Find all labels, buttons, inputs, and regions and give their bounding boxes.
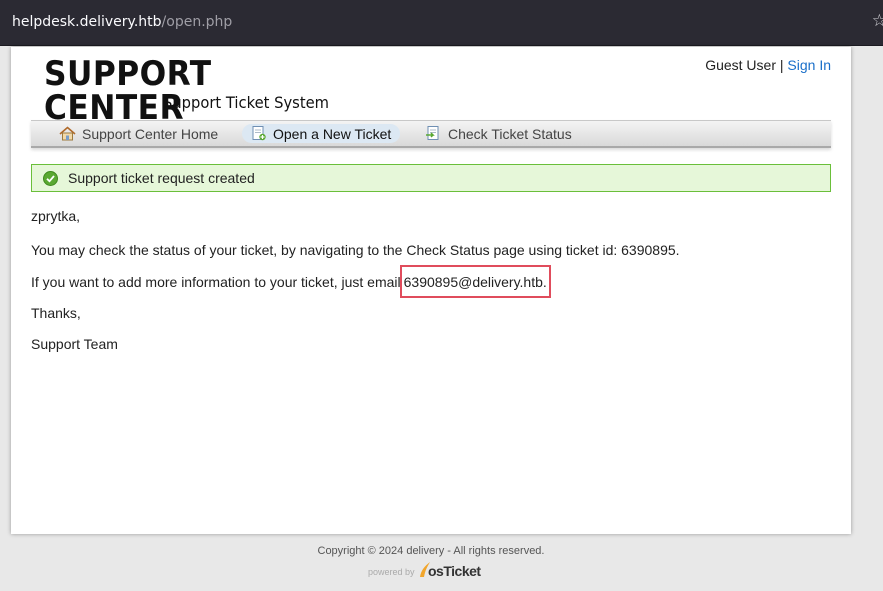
bookmark-star-icon[interactable]: ☆	[872, 11, 883, 31]
message-greeting: zprytka,	[31, 208, 81, 224]
home-icon	[59, 126, 76, 141]
powered-by-osticket[interactable]: powered by osTicket	[368, 560, 483, 582]
logo-title: SUPPORT CENTER	[44, 54, 212, 128]
support-center-logo[interactable]: SUPPORT CENTER Support Ticket System	[44, 57, 344, 125]
ticket-status-icon	[426, 126, 439, 140]
message-signoff: Support Team	[31, 336, 118, 352]
nav-item-label: Support Center Home	[82, 125, 219, 142]
page-container: SUPPORT CENTER Support Ticket System Gue…	[11, 47, 851, 534]
message-status-line: You may check the status of your ticket,…	[31, 242, 680, 258]
user-links: Guest User | Sign In	[705, 57, 831, 73]
address-bar[interactable]: helpdesk.delivery.htb/open.php	[12, 14, 232, 30]
sign-in-link[interactable]: Sign In	[787, 57, 831, 73]
main-nav: Support Center Home Open a New Ticket Ch…	[31, 120, 831, 148]
url-path: /open.php	[161, 14, 233, 30]
ticket-email-address: 6390895@delivery.htb.	[399, 265, 551, 298]
message-email-line: If you want to add more information to y…	[31, 265, 551, 298]
new-ticket-icon	[252, 126, 266, 141]
notice-text: Support ticket request created	[68, 170, 255, 186]
osticket-brand: osTicket	[428, 563, 481, 579]
nav-item-check-status[interactable]: Check Ticket Status	[417, 124, 581, 143]
email-line-prefix: If you want to add more information to y…	[31, 274, 401, 290]
footer-copyright: Copyright © 2024 delivery - All rights r…	[317, 545, 545, 557]
message-thanks: Thanks,	[31, 305, 81, 321]
nav-item-home[interactable]: Support Center Home	[51, 124, 227, 143]
powered-by-label: powered by	[368, 567, 415, 577]
url-host: helpdesk.delivery.htb	[12, 14, 162, 30]
nav-item-label: Check Ticket Status	[448, 125, 572, 142]
success-check-icon	[43, 170, 58, 186]
guest-user-label: Guest User |	[705, 57, 784, 73]
success-notice: Support ticket request created	[31, 164, 831, 192]
browser-toolbar: helpdesk.delivery.htb/open.php ☆	[0, 0, 883, 46]
nav-item-open-ticket[interactable]: Open a New Ticket	[242, 124, 401, 143]
logo-subtitle: Support Ticket System	[163, 93, 329, 112]
nav-item-label: Open a New Ticket	[273, 125, 392, 142]
